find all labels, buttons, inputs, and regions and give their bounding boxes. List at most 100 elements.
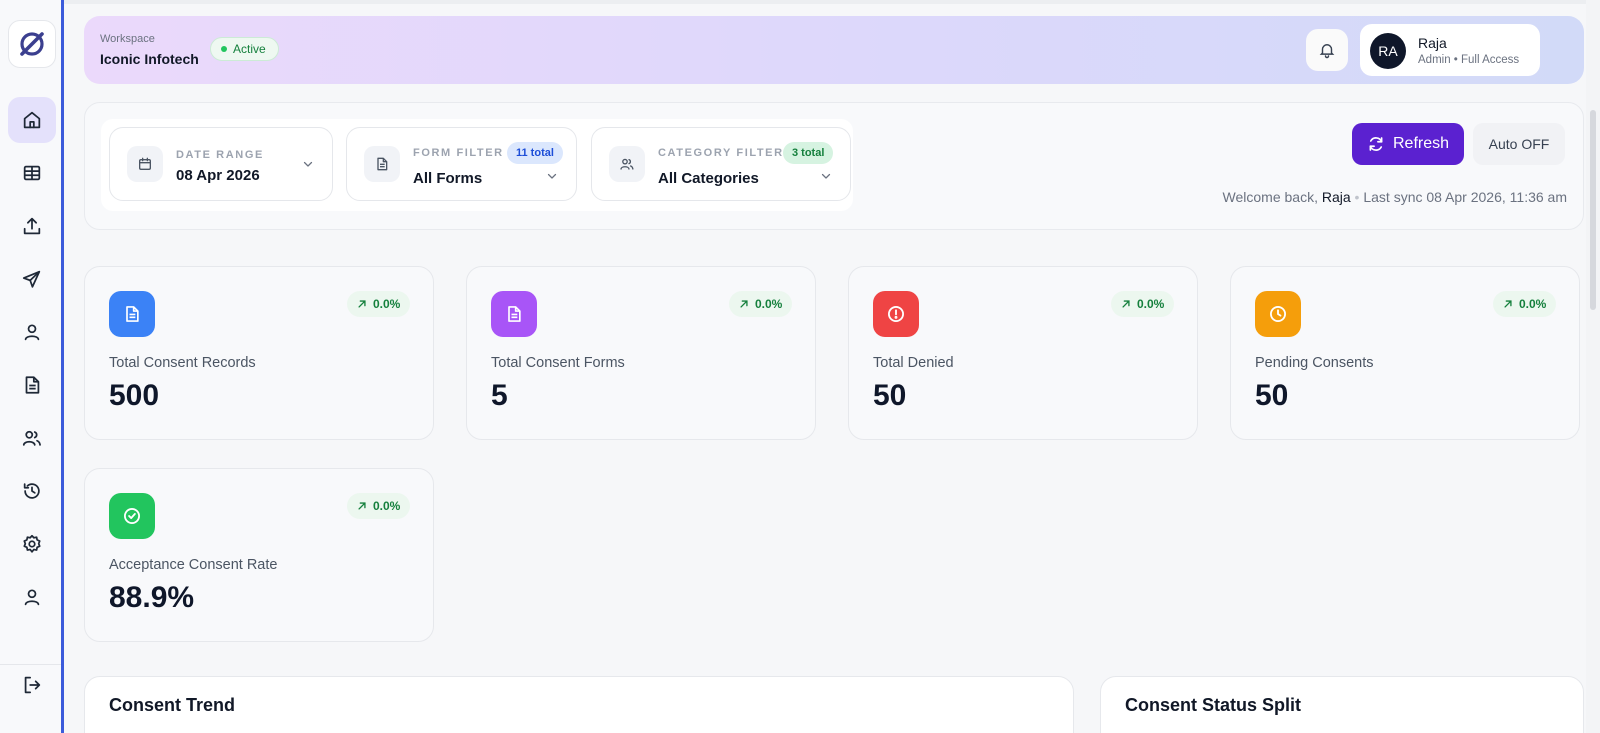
stat-value: 50 xyxy=(1255,379,1289,412)
trend-badge: 0.0% xyxy=(347,493,411,519)
stat-card-acceptance-rate: 0.0% Acceptance Consent Rate 88.9% xyxy=(84,468,434,642)
category-filter-value: All Categories xyxy=(658,170,759,187)
consent-trend-panel: Consent Trend xyxy=(84,676,1074,733)
consent-status-title: Consent Status Split xyxy=(1125,695,1302,715)
form-count-badge: 11 total xyxy=(507,142,563,164)
stat-card-total-records: 0.0% Total Consent Records 500 xyxy=(84,266,434,440)
category-filter-label: CATEGORY FILTER xyxy=(658,147,784,159)
stat-label: Total Denied xyxy=(873,355,954,371)
logout-icon xyxy=(24,676,41,694)
stat-card-pending: 0.0% Pending Consents 50 xyxy=(1230,266,1580,440)
workspace-name: Iconic Infotech xyxy=(100,51,199,67)
welcome-user: Raja xyxy=(1321,189,1351,205)
trend-up-icon xyxy=(740,300,748,308)
sidebar xyxy=(0,0,64,733)
category-filter[interactable]: CATEGORY FILTER All Categories 3 total xyxy=(591,127,851,201)
welcome-text: Welcome back, Raja • Last sync 08 Apr 20… xyxy=(1222,189,1567,205)
filter-panel: DATE RANGE 08 Apr 2026 FORM FILTER All F… xyxy=(84,102,1584,230)
trend-up-icon xyxy=(358,300,366,308)
refresh-button[interactable]: Refresh xyxy=(1352,123,1464,165)
document-icon xyxy=(364,146,400,182)
stat-label: Pending Consents xyxy=(1255,355,1374,371)
sidebar-item-profile[interactable] xyxy=(8,574,56,620)
stat-value: 50 xyxy=(873,379,907,412)
users-icon xyxy=(22,430,41,446)
form-filter-value: All Forms xyxy=(413,170,483,187)
user-role: Admin • Full Access xyxy=(1418,54,1520,66)
document-icon xyxy=(491,291,537,337)
chevron-down-icon xyxy=(303,161,313,167)
user-menu[interactable]: RA Raja Admin • Full Access xyxy=(1360,24,1540,76)
trend-badge: 0.0% xyxy=(347,291,411,317)
sidebar-item-history[interactable] xyxy=(8,468,56,514)
trend-value: 0.0% xyxy=(373,499,401,513)
consent-status-panel: Consent Status Split xyxy=(1100,676,1584,733)
user-icon xyxy=(24,324,40,341)
notifications-button[interactable] xyxy=(1306,29,1348,71)
trend-badge: 0.0% xyxy=(1493,291,1557,317)
page-scrollbar[interactable] xyxy=(1586,0,1600,733)
sidebar-item-upload[interactable] xyxy=(8,203,56,249)
sidebar-item-home[interactable] xyxy=(8,97,56,143)
stat-value: 500 xyxy=(109,379,160,412)
workspace-label: Workspace xyxy=(100,33,155,45)
bell-icon xyxy=(1319,44,1335,59)
send-icon xyxy=(22,270,41,288)
alert-icon xyxy=(873,291,919,337)
stat-value: 88.9% xyxy=(109,581,195,614)
logo-icon xyxy=(20,32,44,56)
sidebar-item-send[interactable] xyxy=(8,256,56,302)
clock-icon xyxy=(1255,291,1301,337)
profile-icon xyxy=(24,589,40,606)
document-icon xyxy=(109,291,155,337)
trend-value: 0.0% xyxy=(755,297,783,311)
auto-refresh-toggle[interactable]: Auto OFF xyxy=(1473,123,1565,165)
status-text: Active xyxy=(233,42,266,56)
users-icon xyxy=(609,146,645,182)
trend-value: 0.0% xyxy=(1519,297,1547,311)
scrollbar-thumb[interactable] xyxy=(1590,110,1596,310)
sidebar-item-documents[interactable] xyxy=(8,362,56,408)
stat-card-total-denied: 0.0% Total Denied 50 xyxy=(848,266,1198,440)
chevron-down-icon xyxy=(547,173,557,179)
trend-value: 0.0% xyxy=(1137,297,1165,311)
status-dot-icon xyxy=(221,46,227,52)
trend-badge: 0.0% xyxy=(729,291,793,317)
last-sync: Last sync 08 Apr 2026, 11:36 am xyxy=(1363,189,1567,205)
refresh-icon xyxy=(1369,137,1383,151)
check-circle-icon xyxy=(109,493,155,539)
category-count-badge: 3 total xyxy=(783,142,834,164)
sidebar-item-table[interactable] xyxy=(8,150,56,196)
stat-label: Total Consent Records xyxy=(109,355,256,371)
document-icon xyxy=(25,376,40,394)
logout-button[interactable] xyxy=(8,662,56,708)
stat-value: 5 xyxy=(491,379,508,412)
form-filter[interactable]: FORM FILTER All Forms 11 total xyxy=(346,127,577,201)
user-name: Raja xyxy=(1418,35,1447,51)
sidebar-item-user[interactable] xyxy=(8,309,56,355)
stat-card-total-forms: 0.0% Total Consent Forms 5 xyxy=(466,266,816,440)
trend-up-icon xyxy=(358,502,366,510)
welcome-prefix: Welcome back, xyxy=(1222,189,1318,205)
consent-trend-title: Consent Trend xyxy=(109,695,236,715)
upload-icon xyxy=(23,217,41,235)
date-range-value: 08 Apr 2026 xyxy=(176,167,260,184)
date-range-filter[interactable]: DATE RANGE 08 Apr 2026 xyxy=(109,127,333,201)
calendar-icon xyxy=(127,146,163,182)
history-icon xyxy=(23,483,40,499)
trend-up-icon xyxy=(1504,300,1512,308)
refresh-label: Refresh xyxy=(1392,135,1450,152)
trend-value: 0.0% xyxy=(373,297,401,311)
date-range-label: DATE RANGE xyxy=(176,149,264,161)
home-icon xyxy=(23,111,41,129)
trend-badge: 0.0% xyxy=(1111,291,1175,317)
table-icon xyxy=(23,165,41,181)
settings-icon xyxy=(23,534,41,553)
workspace-header: Workspace Iconic Infotech Active RA Raja… xyxy=(84,16,1584,84)
sidebar-item-settings[interactable] xyxy=(8,521,56,567)
app-logo[interactable] xyxy=(8,20,56,68)
filter-group: DATE RANGE 08 Apr 2026 FORM FILTER All F… xyxy=(101,119,853,211)
stat-label: Total Consent Forms xyxy=(491,355,625,371)
stat-label: Acceptance Consent Rate xyxy=(109,557,278,573)
sidebar-item-users[interactable] xyxy=(8,415,56,461)
